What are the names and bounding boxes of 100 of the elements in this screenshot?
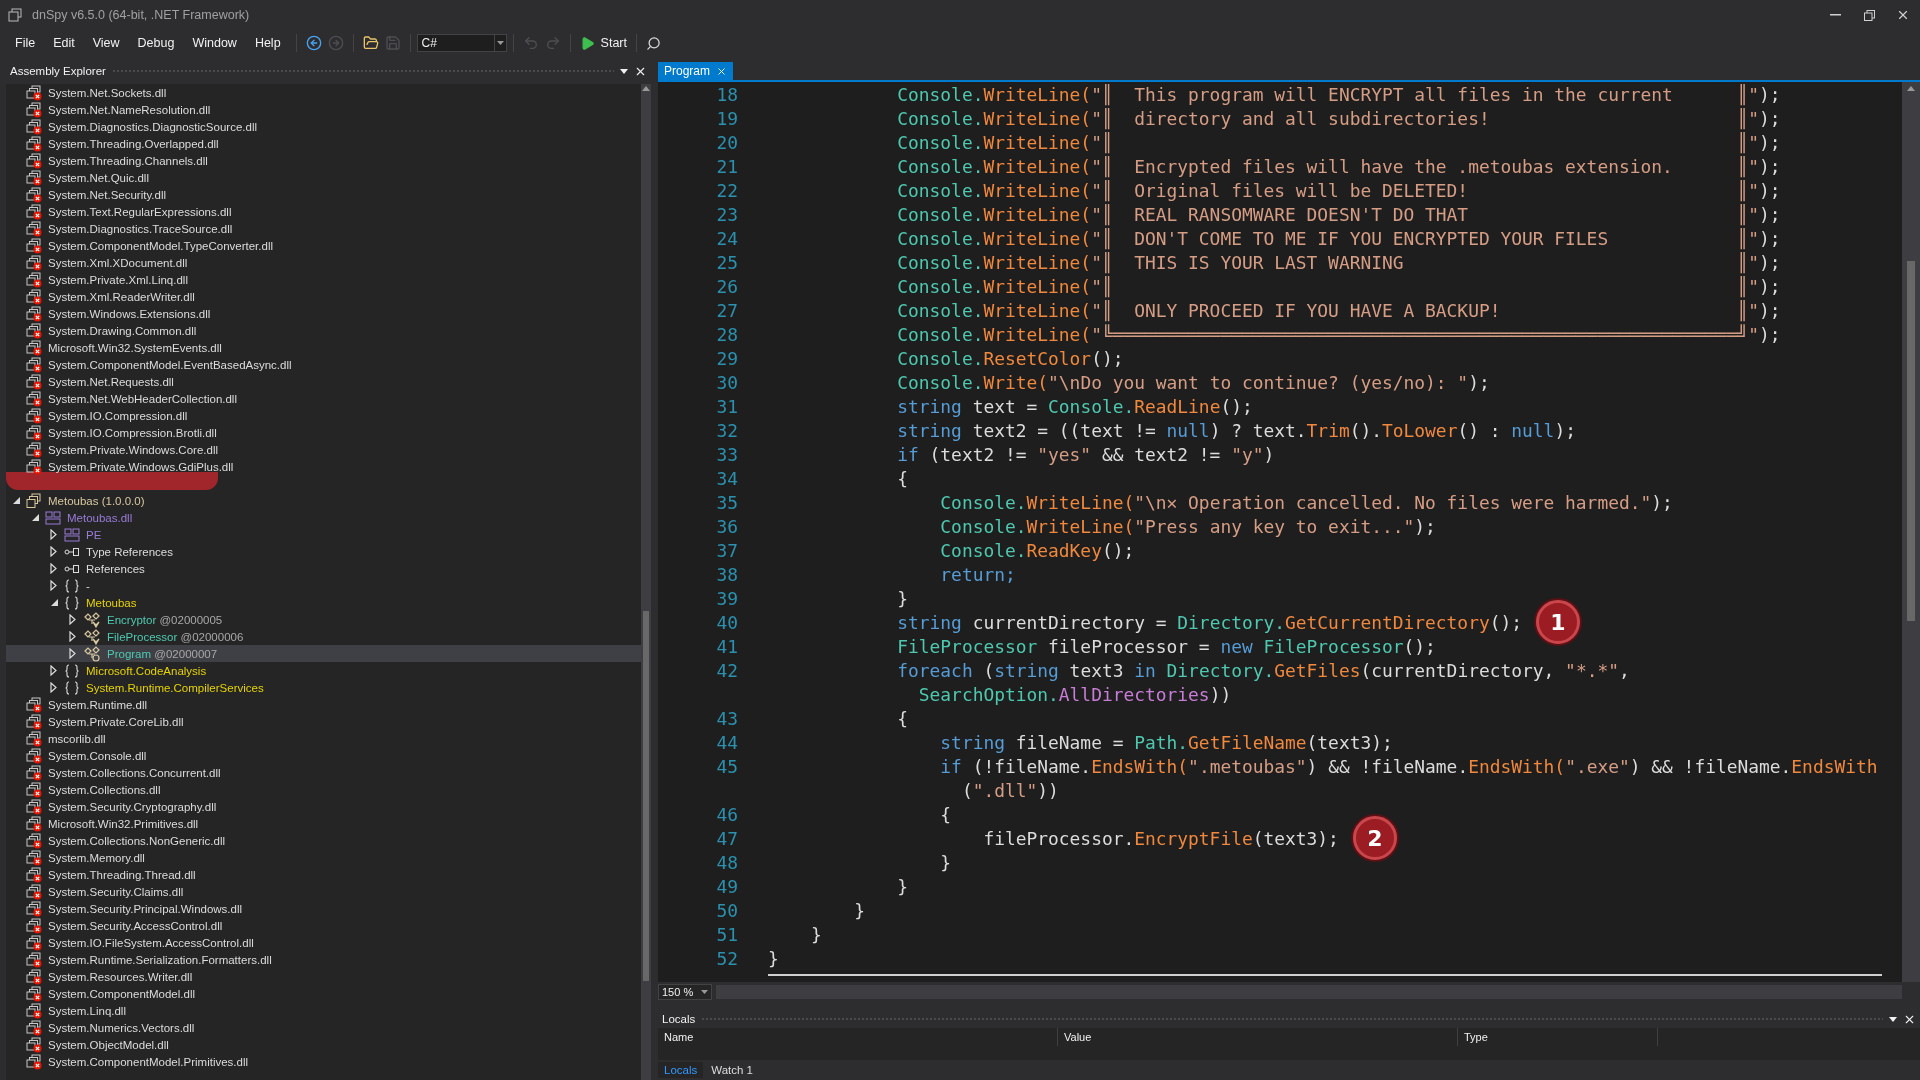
tree-item[interactable]: System.Net.Security.dll [6,186,641,203]
tree-item[interactable]: System.Net.Sockets.dll [6,84,641,101]
tree-item[interactable]: System.Private.Windows.Core.dll [6,441,641,458]
tree-item[interactable]: System.Linq.dll [6,1002,641,1019]
tree-item[interactable]: System.Collections.NonGeneric.dll [6,832,641,849]
tree-item[interactable]: System.Console.dll [6,747,641,764]
tree-item[interactable]: mscorlib.dll [6,730,641,747]
library-error-icon [26,407,42,424]
tree-item[interactable]: System.Net.WebHeaderCollection.dll [6,390,641,407]
tree-item[interactable]: System.Xml.ReaderWriter.dll [6,288,641,305]
tree-item[interactable]: Metoubas [6,594,641,611]
code-line: SearchOption.AllDirectories)) [917,683,1232,705]
tree-item[interactable]: System.ComponentModel.TypeConverter.dll [6,237,641,254]
caret-down-icon[interactable] [31,513,40,522]
tree-item[interactable]: System.Runtime.CompilerServices [6,679,641,696]
library-error-icon [26,968,42,985]
tree-item[interactable]: System.Net.Quic.dll [6,169,641,186]
tree-item[interactable]: System.Threading.Thread.dll [6,866,641,883]
code-line: } [896,875,909,897]
tree-item[interactable]: System.Threading.Channels.dll [6,152,641,169]
tree-item[interactable]: System.Runtime.Serialization.Formatters.dll [6,951,641,968]
tree-item[interactable]: Metoubas (1.0.0.0) [6,492,641,509]
tree-item[interactable]: PE [6,526,641,543]
tree-item[interactable]: System.Net.NameResolution.dll [6,101,641,118]
library-error-icon [26,101,42,118]
tree-item[interactable]: System.Security.Claims.dll [6,883,641,900]
scrollbar-thumb[interactable] [643,611,649,981]
tree-item[interactable]: References [6,560,641,577]
menu-item[interactable]: Debug [128,34,184,52]
caret-right-icon[interactable] [50,580,57,591]
caret-down-icon[interactable] [12,496,21,505]
tree-item[interactable]: System.Diagnostics.TraceSource.dll [6,220,641,237]
tree-item[interactable]: System.ComponentModel.EventBasedAsync.dll [6,356,641,373]
panel-tab[interactable]: Locals [658,1062,704,1078]
tree-item[interactable]: System.ComponentModel.Primitives.dll [6,1053,641,1070]
menu-item[interactable]: File [6,34,45,52]
tree-item[interactable]: System.Security.AccessControl.dll [6,917,641,934]
tree-item[interactable]: FileProcessor @02000006 [6,628,641,645]
scrollbar[interactable] [1902,82,1920,982]
editor-tab[interactable]: Program [658,62,733,80]
code-line: foreach (string text3 in Directory.GetFiles(currentDirectory, "*.*", [896,659,1630,681]
tree-item[interactable]: System.Collections.dll [6,781,641,798]
tree-item[interactable]: Microsoft.CodeAnalysis [6,662,641,679]
code-line: (".dll")) [960,779,1059,801]
tree-item[interactable]: System.Xml.XDocument.dll [6,254,641,271]
menu-item[interactable]: View [83,34,129,52]
tree-item[interactable]: - [6,577,641,594]
scrollbar-thumb[interactable] [1907,261,1915,621]
tree-item[interactable]: System.Private.CoreLib.dll [6,713,641,730]
tree-item[interactable]: System.Net.Requests.dll [6,373,641,390]
menu-item[interactable]: Edit [44,34,84,52]
tree-item[interactable]: System.IO.Compression.dll [6,407,641,424]
caret-down-icon[interactable] [50,598,59,607]
language-dropdown[interactable]: C# [416,34,507,52]
line-number: 20 [715,131,738,153]
scrollbar[interactable] [641,84,651,1080]
start-button[interactable]: Start [576,33,630,53]
library-error-icon [26,713,42,730]
menu-item[interactable]: Window [183,34,246,52]
caret-right-icon[interactable] [50,563,57,574]
caret-right-icon[interactable] [50,546,57,557]
dropdown-arrow-icon[interactable] [620,68,628,74]
tree-item[interactable]: System.IO.Compression.Brotli.dll [6,424,641,441]
caret-right-icon[interactable] [69,648,76,659]
dropdown-arrow-icon[interactable] [1889,1016,1897,1022]
tree-item[interactable]: System.ObjectModel.dll [6,1036,641,1053]
library-error-icon [26,271,42,288]
scroll-up-icon[interactable] [1907,86,1915,91]
tree-item[interactable]: System.Numerics.Vectors.dll [6,1019,641,1036]
caret-right-icon[interactable] [69,631,76,642]
tree-item[interactable]: System.Drawing.Common.dll [6,322,641,339]
tree-item[interactable]: System.Collections.Concurrent.dll [6,764,641,781]
tree-item[interactable]: System.Threading.Overlapped.dll [6,135,641,152]
tree-item[interactable]: System.Diagnostics.DiagnosticSource.dll [6,118,641,135]
tree-item[interactable]: Encryptor @02000005 [6,611,641,628]
tree-item[interactable]: Metoubas.dll [6,509,641,526]
caret-right-icon[interactable] [50,529,57,540]
scroll-up-icon[interactable] [642,86,650,91]
library-error-icon [26,934,42,951]
tree-item[interactable]: System.Windows.Extensions.dll [6,305,641,322]
zoom-dropdown[interactable]: 150 % [658,984,712,1000]
tree-item[interactable]: Microsoft.Win32.Primitives.dll [6,815,641,832]
caret-right-icon[interactable] [50,682,57,693]
tree-item[interactable]: System.Text.RegularExpressions.dll [6,203,641,220]
tree-item[interactable]: System.ComponentModel.dll [6,985,641,1002]
tree-item[interactable]: System.Private.Windows.GdiPlus.dll [6,458,641,475]
tree-item[interactable]: System.Security.Cryptography.dll [6,798,641,815]
tree-item[interactable]: Type References [6,543,641,560]
tree-item[interactable]: System.Runtime.dll [6,696,641,713]
tree-item[interactable]: System.IO.FileSystem.AccessControl.dll [6,934,641,951]
tree-item[interactable]: System.Memory.dll [6,849,641,866]
panel-tab[interactable]: Watch 1 [705,1062,759,1078]
caret-right-icon[interactable] [50,665,57,676]
menu-item[interactable]: Help [245,34,290,52]
caret-right-icon[interactable] [69,614,76,625]
tree-item[interactable]: System.Resources.Writer.dll [6,968,641,985]
tree-item[interactable]: System.Security.Principal.Windows.dll [6,900,641,917]
tree-item[interactable]: Program @02000007 [6,645,641,662]
tree-item[interactable]: Microsoft.Win32.SystemEvents.dll [6,339,641,356]
tree-item[interactable]: System.Private.Xml.Linq.dll [6,271,641,288]
